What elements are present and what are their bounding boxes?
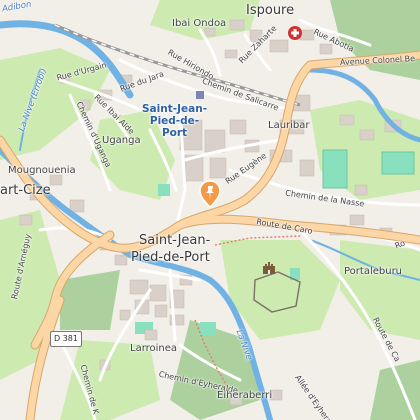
town-label-line: Port — [161, 127, 188, 139]
eiheraberri-label: Eiheraberri — [217, 390, 273, 401]
town-label-line: Pied-de- — [149, 115, 200, 127]
larroinea-label: Larroinea — [130, 343, 178, 354]
location-pin-icon[interactable] — [199, 180, 221, 209]
ispoure-label: Ispoure — [246, 3, 295, 18]
hospital-icon-graphic — [288, 26, 302, 40]
mougnouenia-label: Mougnouenia — [8, 165, 76, 176]
castle-icon-graphic — [263, 262, 275, 274]
town-label-line: Saint-Jean- — [142, 103, 208, 115]
uganga-label: Uganga — [102, 135, 141, 146]
station-icon-graphic — [196, 91, 204, 99]
portaleburu-label: Portaleburu — [344, 266, 403, 277]
town-label-main: Saint-Jean- Pied-de- Port — [142, 103, 207, 139]
location-pin-graphic — [199, 180, 221, 209]
town-label-big-1: Saint-Jean- — [139, 233, 211, 248]
map-view[interactable]: Adibon Ibai Ondoa Ispoure Rue Abotia Rue… — [0, 0, 420, 420]
castle-icon[interactable] — [262, 260, 276, 274]
lauribar-label: Lauribar — [268, 120, 310, 131]
ibai-ondoa-label: Ibai Ondoa — [172, 18, 227, 29]
road-shield-d381: D 381 — [50, 331, 82, 347]
town-label-big-2: Pied-de-Port — [131, 250, 210, 265]
art-cize-label: art-Cize — [0, 183, 51, 198]
railway-station-icon[interactable] — [196, 84, 204, 99]
hospital-icon[interactable] — [288, 25, 302, 40]
